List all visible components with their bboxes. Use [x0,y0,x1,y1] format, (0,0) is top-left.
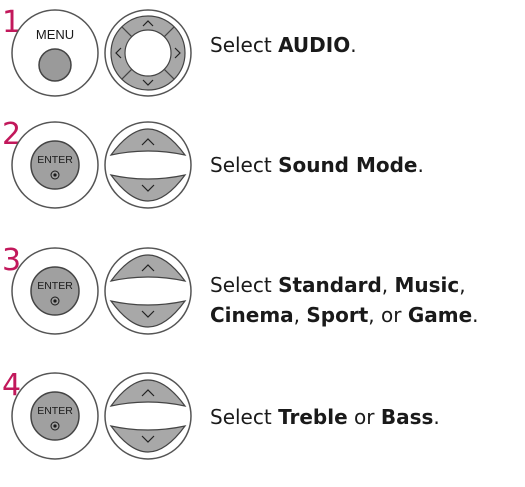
instruction-line: Select AUDIO. [210,30,357,60]
menu-button[interactable] [38,48,72,82]
instruction-text: Select Standard, Music, Cinema, Sport, or… [210,270,479,330]
instruction-fragment: Select [210,273,279,297]
instruction-fragment: , or [368,303,408,327]
instruction-line: Select Treble or Bass. [210,402,440,432]
instruction-line: Cinema, Sport, or Game. [210,300,479,330]
instruction-fragment: , [459,273,466,297]
instruction-fragment: . [433,405,440,429]
instruction-text: Select Treble or Bass. [210,402,440,432]
menu-option-name: AUDIO [278,33,351,57]
remote-control-illustration: MENU [11,9,192,97]
enter-button-label: ENTER [37,280,73,292]
enter-button-label: ENTER [37,154,73,166]
instruction-fragment: . [350,33,357,57]
menu-option-name: Game [407,303,473,327]
instruction-text: Select AUDIO. [210,30,357,60]
menu-option-name: Sound Mode [278,153,418,177]
instruction-line: Select Sound Mode. [210,150,424,180]
menu-option-name: Sport [306,303,369,327]
instruction-fragment: Select [210,405,279,429]
nav-center [124,29,172,77]
instruction-fragment: . [417,153,424,177]
instruction-text: Select Sound Mode. [210,150,424,180]
enter-button-label: ENTER [37,405,73,417]
instruction-fragment: Select [210,33,279,57]
remote-control-illustration: ENTER [11,247,192,335]
menu-option-name: Bass [380,405,434,429]
menu-option-name: Treble [278,405,348,429]
instruction-fragment: Select [210,153,279,177]
menu-option-name: Standard [278,273,382,297]
remote-control-illustration: ENTER [11,372,192,460]
instruction-fragment: . [472,303,479,327]
instruction-line: Select Standard, Music, [210,270,479,300]
menu-option-name: Music [394,273,460,297]
instruction-fragment: , [381,273,395,297]
remote-control-illustration: ENTER [11,121,192,209]
menu-option-name: Cinema [210,303,294,327]
instruction-fragment: or [347,405,381,429]
menu-button-label: MENU [36,27,74,42]
instruction-fragment: , [293,303,307,327]
